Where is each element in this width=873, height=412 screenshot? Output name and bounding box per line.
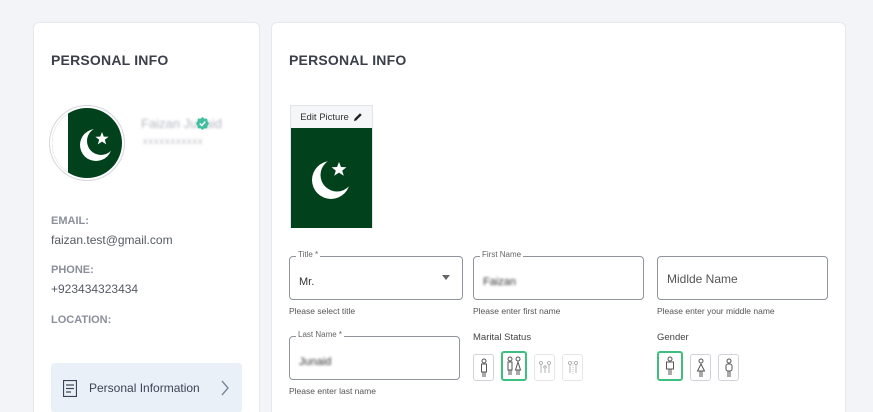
email-value: faizan.test@gmail.com bbox=[51, 233, 173, 247]
chevron-right-icon bbox=[221, 380, 229, 396]
marital-single-button[interactable] bbox=[473, 354, 494, 381]
profile-subtitle: xxxxxxxxxxx bbox=[143, 136, 204, 146]
first-name-legend: First Name bbox=[480, 250, 524, 259]
middle-name-helper: Please enter your middle name bbox=[657, 306, 775, 316]
marital-status-label: Marital Status bbox=[473, 332, 532, 343]
sidebar-item-label: Personal Information bbox=[89, 381, 200, 395]
profile-name: Faizan Junaid bbox=[141, 116, 222, 131]
avatar bbox=[49, 105, 125, 181]
phone-value: +923434323434 bbox=[51, 282, 139, 296]
marital-married-button[interactable] bbox=[501, 351, 527, 381]
location-label: LOCATION: bbox=[51, 314, 112, 326]
title-value: Mr. bbox=[299, 276, 315, 288]
first-name-helper: Please enter first name bbox=[473, 306, 561, 316]
last-name-legend: Last Name * bbox=[296, 330, 345, 339]
first-name-value: Faizan bbox=[483, 276, 517, 288]
first-name-field[interactable]: First Name Faizan bbox=[473, 250, 644, 300]
document-icon bbox=[63, 379, 77, 397]
edit-picture-label: Edit Picture bbox=[300, 111, 349, 123]
page-title: PERSONAL INFO bbox=[289, 52, 407, 68]
female-icon bbox=[696, 358, 705, 377]
gender-other-button[interactable] bbox=[718, 354, 739, 381]
last-name-field[interactable]: Last Name * Junaid bbox=[289, 330, 460, 380]
last-name-value: Junaid bbox=[299, 356, 332, 368]
male-icon bbox=[666, 356, 674, 375]
married-icon bbox=[507, 356, 522, 375]
profile-picture-flag bbox=[291, 128, 372, 228]
profile-summary-card: PERSONAL INFO Faizan Junaid xxxxxxxxxxx … bbox=[33, 22, 260, 412]
chevron-down-icon bbox=[442, 275, 450, 280]
other-icon bbox=[725, 358, 732, 377]
pakistan-flag-icon bbox=[52, 108, 122, 178]
gender-female-button[interactable] bbox=[690, 354, 711, 381]
gender-label: Gender bbox=[657, 332, 689, 343]
marital-divorced-button[interactable] bbox=[562, 354, 583, 381]
verified-badge-icon bbox=[196, 117, 209, 130]
email-label: EMAIL: bbox=[51, 215, 89, 227]
title-select[interactable]: Title * Mr. bbox=[289, 250, 463, 300]
last-name-helper: Please enter last name bbox=[289, 386, 376, 396]
divorced-icon bbox=[567, 360, 578, 375]
left-panel-title: PERSONAL INFO bbox=[51, 52, 169, 68]
gender-male-button[interactable] bbox=[657, 351, 683, 381]
personal-info-form-card: PERSONAL INFO Edit Picture Title * Mr. P… bbox=[271, 22, 846, 412]
family-icon bbox=[538, 360, 551, 373]
title-helper: Please select title bbox=[289, 306, 356, 316]
title-legend: Title * bbox=[296, 250, 321, 259]
phone-label: PHONE: bbox=[51, 264, 94, 276]
profile-picture-editor[interactable]: Edit Picture bbox=[290, 105, 373, 228]
marital-family-button[interactable] bbox=[534, 354, 555, 381]
edit-picture-button[interactable]: Edit Picture bbox=[291, 106, 372, 128]
sidebar-item-personal-information[interactable]: Personal Information bbox=[51, 363, 242, 412]
single-icon bbox=[480, 358, 487, 377]
middle-name-placeholder: Midlde Name bbox=[667, 272, 738, 286]
pencil-icon bbox=[353, 113, 362, 121]
middle-name-field[interactable]: Midlde Name bbox=[657, 256, 828, 300]
